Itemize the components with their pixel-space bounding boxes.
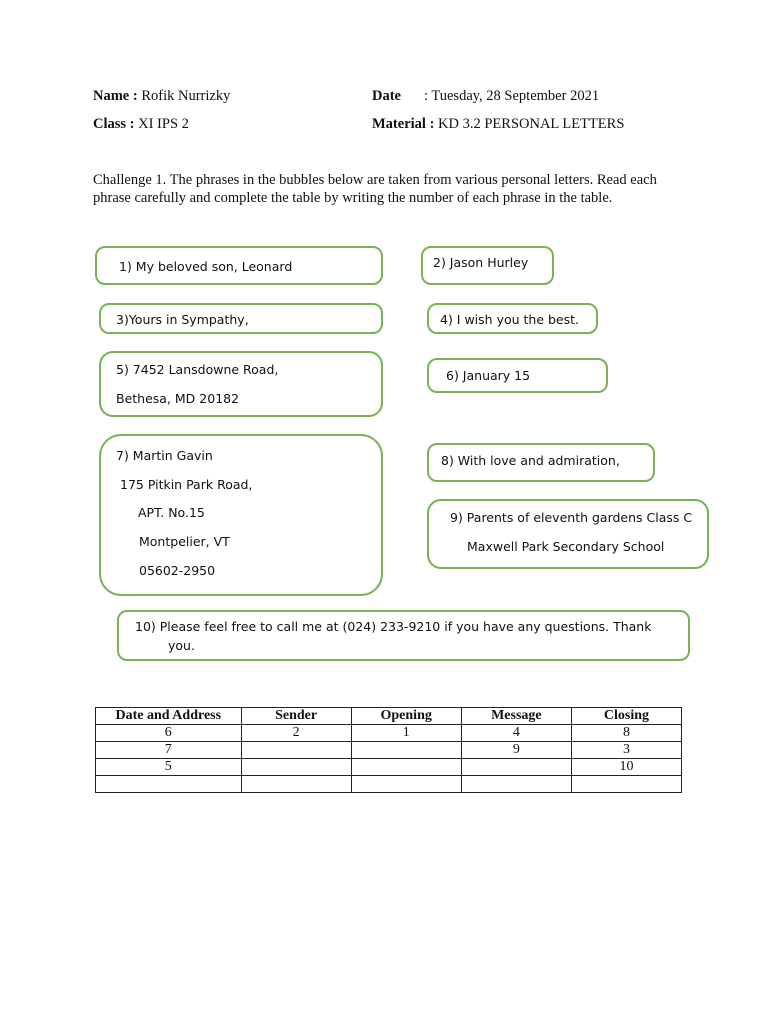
name-field: Name : Rofik Nurrizky bbox=[93, 88, 230, 105]
bubble-line: Montpelier, VT bbox=[139, 534, 230, 549]
date-label: Date bbox=[372, 88, 401, 104]
instruction-text: Challenge 1. The phrases in the bubbles … bbox=[93, 172, 657, 206]
phrase-bubble-9: 9) Parents of eleventh gardens Class C M… bbox=[427, 499, 709, 569]
answer-table: Date and Address Sender Opening Message … bbox=[95, 707, 683, 793]
table-cell: 3 bbox=[570, 741, 683, 759]
table-row bbox=[95, 775, 683, 793]
table-cell: 9 bbox=[460, 741, 572, 759]
bubble-line: 2) Jason Hurley bbox=[433, 255, 529, 270]
table-cell: 1 bbox=[350, 724, 462, 742]
bubble-line: 175 Pitkin Park Road, bbox=[120, 477, 253, 492]
table-row: 7 9 3 bbox=[95, 741, 683, 759]
table-cell: 2 bbox=[240, 724, 352, 742]
phrase-bubble-3: 3)Yours in Sympathy, bbox=[99, 303, 383, 334]
table-cell bbox=[350, 775, 462, 793]
bubble-line: 5) 7452 Lansdowne Road, bbox=[116, 362, 279, 377]
material-label: Material : bbox=[372, 116, 435, 132]
name-value: Rofik Nurrizky bbox=[141, 88, 231, 104]
name-label: Name : bbox=[93, 88, 138, 104]
column-header: Closing bbox=[570, 707, 683, 725]
phrase-bubble-2: 2) Jason Hurley bbox=[421, 246, 554, 285]
table-cell bbox=[460, 758, 572, 776]
table-cell: 8 bbox=[570, 724, 683, 742]
material-value: KD 3.2 PERSONAL LETTERS bbox=[438, 116, 625, 132]
table-cell bbox=[240, 741, 352, 759]
table-cell: 4 bbox=[460, 724, 572, 742]
table-row: 5 10 bbox=[95, 758, 683, 776]
class-field: Class : XI IPS 2 bbox=[93, 116, 189, 133]
table-cell: 7 bbox=[95, 741, 242, 759]
column-header: Message bbox=[460, 707, 572, 725]
table-cell bbox=[460, 775, 572, 793]
bubble-line: 7) Martin Gavin bbox=[116, 448, 213, 463]
date-value: : Tuesday, 28 September 2021 bbox=[424, 88, 600, 104]
phrase-bubble-6: 6) January 15 bbox=[427, 358, 608, 393]
column-header: Opening bbox=[350, 707, 462, 725]
bubble-line: 4) I wish you the best. bbox=[440, 312, 580, 327]
phrase-bubble-8: 8) With love and admiration, bbox=[427, 443, 655, 482]
bubble-line: Bethesa, MD 20182 bbox=[116, 391, 240, 406]
bubble-line: 8) With love and admiration, bbox=[441, 453, 620, 468]
class-value: XI IPS 2 bbox=[138, 116, 189, 132]
phrase-bubble-1: 1) My beloved son, Leonard bbox=[95, 246, 383, 285]
table-cell bbox=[95, 775, 242, 793]
phrase-bubble-5: 5) 7452 Lansdowne Road, Bethesa, MD 2018… bbox=[99, 351, 383, 417]
column-header: Date and Address bbox=[95, 707, 242, 725]
table-cell bbox=[350, 741, 462, 759]
bubble-line: 10) Please feel free to call me at (024)… bbox=[135, 619, 652, 634]
phrase-bubble-7: 7) Martin Gavin 175 Pitkin Park Road, AP… bbox=[99, 434, 383, 596]
phrase-bubble-4: 4) I wish you the best. bbox=[427, 303, 598, 334]
phrase-bubble-10: 10) Please feel free to call me at (024)… bbox=[117, 610, 690, 661]
table-row: 6 2 1 4 8 bbox=[95, 724, 683, 742]
table-cell bbox=[570, 775, 683, 793]
bubble-line: Maxwell Park Secondary School bbox=[467, 539, 665, 554]
table-cell: 5 bbox=[95, 758, 242, 776]
table-header-row: Date and Address Sender Opening Message … bbox=[95, 707, 683, 725]
bubble-line: 9) Parents of eleventh gardens Class C bbox=[450, 510, 693, 525]
date-field: Date : Tuesday, 28 September 2021 bbox=[372, 88, 599, 105]
table-cell bbox=[240, 775, 352, 793]
material-field: Material : KD 3.2 PERSONAL LETTERS bbox=[372, 116, 624, 133]
table-cell: 6 bbox=[95, 724, 242, 742]
bubble-line: you. bbox=[168, 638, 195, 653]
table-cell: 10 bbox=[570, 758, 683, 776]
class-label: Class : bbox=[93, 116, 135, 132]
bubble-line: 6) January 15 bbox=[446, 368, 531, 383]
bubble-line: 1) My beloved son, Leonard bbox=[119, 259, 293, 274]
bubble-line: 05602-2950 bbox=[139, 563, 216, 578]
table-cell bbox=[350, 758, 462, 776]
column-header: Sender bbox=[240, 707, 352, 725]
table-cell bbox=[240, 758, 352, 776]
bubble-line: 3)Yours in Sympathy, bbox=[116, 312, 249, 327]
bubble-line: APT. No.15 bbox=[138, 505, 205, 520]
